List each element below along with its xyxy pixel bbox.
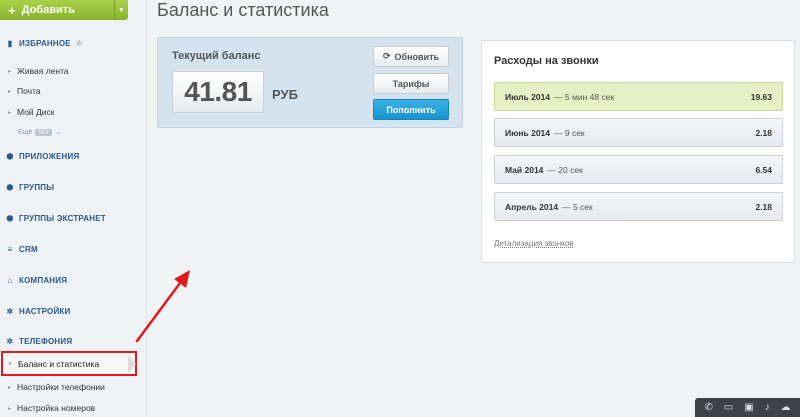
chat-icon[interactable]: ▭: [724, 402, 733, 413]
desktop-icon[interactable]: ▣: [744, 402, 753, 413]
bell-icon[interactable]: ♪: [765, 402, 770, 413]
cloud-icon[interactable]: ☁: [781, 402, 791, 413]
bottom-toolbar: ✆ ▭ ▣ ♪ ☁: [695, 398, 800, 417]
annotation-arrow: [135, 270, 190, 343]
phone-icon[interactable]: ✆: [704, 402, 712, 413]
